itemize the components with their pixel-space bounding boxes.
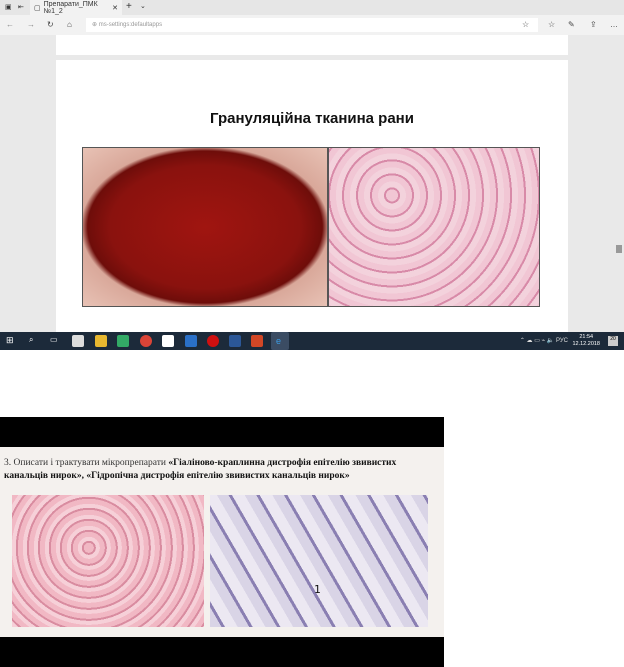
document-view: Грануляційна тканина рани [0,35,624,332]
language-indicator[interactable]: РУС [556,338,568,344]
clock[interactable]: 21:54 12.12.2018 [572,334,600,348]
slide-title: Грануляційна тканина рани [210,110,414,127]
task-number: 3. [4,458,12,468]
system-tray[interactable]: ⌃ ☁ ▭ ⌁ 🔈 РУС [520,337,568,344]
slide-page: Грануляційна тканина рани [56,60,568,332]
notes-icon[interactable]: ✎ [568,20,575,29]
textbook-photo: 3. Описати і трактувати мікропрепарати «… [0,417,444,667]
task-view-icon[interactable]: ▭ [50,335,58,344]
start-icon[interactable]: ⊞ [6,335,14,346]
micrograph-hydropic: 1 [210,495,428,627]
refresh-icon[interactable]: ↻ [47,20,54,29]
date: 12.12.2018 [572,341,600,347]
taskbar: ⊞ ⌕ ▭ e ⌃ ☁ ▭ ⌁ 🔈 РУС 21:54 12.12.2018 20 [0,332,624,350]
time: 21:54 [579,334,594,340]
scrollbar-thumb[interactable] [616,245,622,253]
address-text: ms-settings:defaultapps [98,22,163,28]
task-instruction: Описати і трактувати мікропрепарати [13,458,169,468]
notification-count: 20 [610,336,616,342]
navigation-bar: ← → ↻ ⌂ ⊕ ms-settings:defaultapps ☆ ☆ ✎ … [0,15,624,35]
tab-title: Препарати_ПМК №1_2 [43,0,98,15]
tabs-aside-icon[interactable]: ⇤ [18,3,24,11]
browser-tab[interactable]: ▢ Препарати_ПМК №1_2 ✕ [30,0,122,15]
share-icon[interactable]: ⇪ [590,20,597,29]
forward-icon[interactable]: → [27,20,35,29]
file-explorer-icon[interactable] [95,335,107,347]
address-bar[interactable]: ⊕ ms-settings:defaultapps [86,18,538,32]
browser-tab-bar: ▣ ⇤ ▢ Препарати_ПМК №1_2 ✕ + ⌄ [0,0,624,15]
app-icon[interactable] [162,335,174,347]
app-icon-2[interactable] [185,335,197,347]
edge-icon[interactable]: e [271,332,289,350]
back-icon[interactable]: ← [6,20,14,29]
store-icon[interactable] [117,335,129,347]
wound-photo [82,147,328,307]
micrograph-image [328,147,540,307]
task-text: 3. Описати і трактувати мікропрепарати «… [4,457,440,483]
tab-actions-icon[interactable]: ▣ [5,3,12,11]
notifications-icon[interactable]: 20 [608,336,618,346]
favorite-star-icon[interactable]: ☆ [522,20,529,29]
new-tab-icon[interactable]: + [126,1,132,12]
favorites-icon[interactable]: ☆ [548,20,555,29]
previous-slide [56,35,568,55]
home-icon[interactable]: ⌂ [67,20,72,29]
close-tab-icon[interactable]: ✕ [112,4,122,12]
mail-app-icon[interactable] [72,335,84,347]
powerpoint-icon[interactable] [251,335,263,347]
page-icon: ▢ [34,4,41,12]
textbook-page: 3. Описати і трактувати мікропрепарати «… [0,447,444,637]
search-icon[interactable]: ⌕ [29,335,33,345]
micrograph-hyaline-droplet [12,495,204,627]
tab-list-chevron-icon[interactable]: ⌄ [140,2,146,10]
chrome-icon[interactable] [140,335,152,347]
figure-label: 1 [314,583,321,596]
opera-icon[interactable] [207,335,219,347]
word-icon[interactable] [229,335,241,347]
more-icon[interactable]: … [610,20,618,29]
